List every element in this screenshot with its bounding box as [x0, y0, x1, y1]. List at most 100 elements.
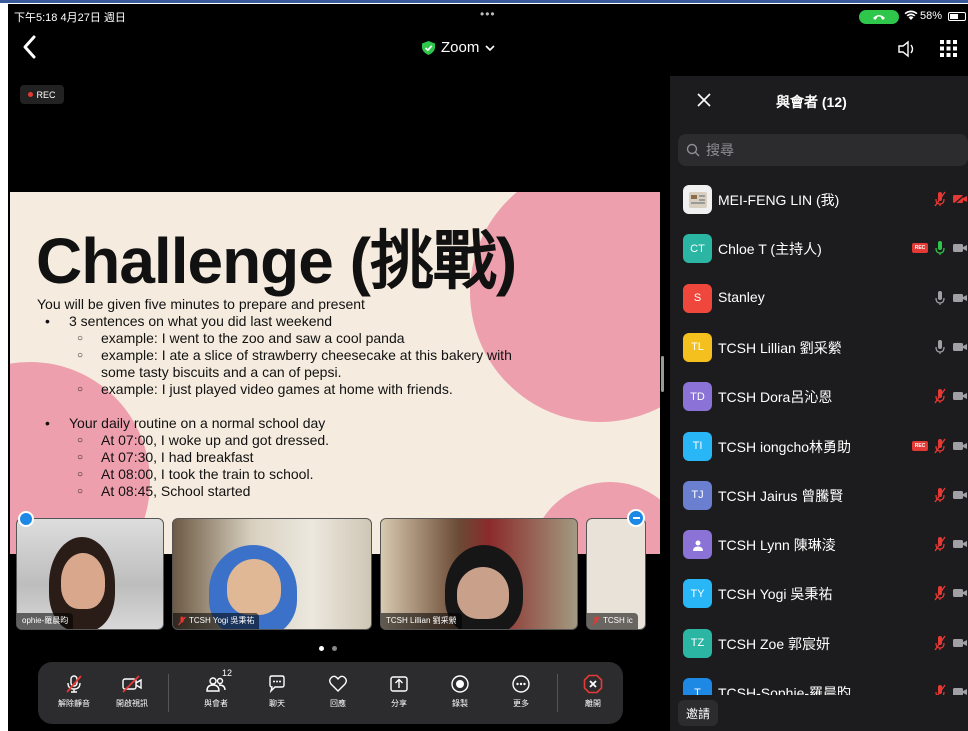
leave-button[interactable]: 離開: [565, 674, 621, 709]
participant-row[interactable]: TZ TCSH Zoe 郭宸妍: [670, 619, 968, 668]
close-icon[interactable]: [696, 92, 712, 108]
participant-avatar: T: [683, 678, 712, 695]
invite-button[interactable]: 邀請: [678, 700, 718, 726]
video-icon: [953, 490, 967, 499]
participant-status-icons: [934, 684, 968, 695]
participant-status-icons: [934, 388, 968, 404]
participant-row[interactable]: CT Chloe T (主持人) REC: [670, 224, 968, 273]
participant-avatar: TY: [683, 579, 712, 609]
chat-label: 聊天: [269, 699, 285, 708]
record-label: 錄製: [452, 699, 468, 708]
video-tile-name: TCSH Lillian 劉采縈: [386, 616, 457, 625]
video-off-icon: [122, 675, 142, 693]
more-label: 更多: [513, 699, 529, 708]
video-tile-name: TCSH Yogi 吳秉祐: [189, 616, 255, 625]
participant-row[interactable]: S Stanley: [670, 274, 968, 323]
participant-avatar: TL: [683, 332, 712, 362]
participant-row[interactable]: TI TCSH iongcho林勇助 REC: [670, 422, 968, 471]
share-screen-indicator-icon[interactable]: [18, 511, 34, 527]
leave-label: 離開: [585, 699, 601, 708]
reactions-button[interactable]: 回應: [310, 674, 366, 709]
participant-name: TCSH Jairus 曾騰賢: [718, 487, 844, 504]
status-time: 下午5:18 4月27日 週日: [14, 12, 126, 24]
shared-slide: Challenge (挑戰) You will be given five mi…: [10, 192, 660, 554]
participant-row[interactable]: TCSH Lynn 陳琳淩: [670, 520, 968, 569]
video-icon: [953, 244, 967, 253]
participant-name: MEI-FENG LIN (我): [718, 192, 840, 208]
participants-button[interactable]: 12 與會者: [188, 668, 244, 709]
more-button[interactable]: 更多: [493, 674, 549, 709]
video-tile[interactable]: ophie-羅晨昀: [16, 518, 164, 630]
battery-percent: 58%: [920, 10, 943, 22]
more-icon: [512, 675, 530, 693]
video-icon: [953, 589, 967, 598]
participant-name: Chloe T (主持人): [718, 241, 822, 258]
leave-icon: [583, 674, 603, 694]
participant-row[interactable]: T TCSH-Sophie-羅晨昀: [670, 668, 968, 695]
battery-icon: [948, 12, 966, 21]
video-tile-label: ophie-羅晨昀: [17, 613, 74, 629]
participant-status-icons: [934, 487, 968, 503]
meeting-toolbar: 解除靜音 開啟視訊 12 與會者 聊天 回應 分享 錄製 更多 離開: [38, 662, 623, 724]
participant-name: Stanley: [718, 288, 765, 305]
video-icon: [953, 342, 967, 351]
page-indicator[interactable]: [319, 646, 337, 651]
participant-status-icons: [934, 191, 968, 207]
unmute-button[interactable]: 解除靜音: [46, 674, 102, 709]
participant-name: TCSH Lynn 陳琳淩: [718, 537, 836, 554]
participant-status-icons: [934, 339, 968, 355]
speaker-icon[interactable]: [897, 40, 917, 58]
mic-muted-icon: [935, 684, 946, 695]
heart-icon: [329, 675, 347, 692]
call-indicator[interactable]: [859, 10, 899, 24]
slide-subbullet: example: I just played video games at ho…: [37, 381, 637, 398]
chat-button[interactable]: 聊天: [249, 674, 305, 709]
page-dot[interactable]: [332, 646, 337, 651]
participant-row[interactable]: MEI-FENG LIN (我): [670, 175, 968, 224]
participant-face: [227, 559, 281, 615]
video-off-icon: [952, 192, 968, 206]
participant-row[interactable]: TL TCSH Lillian 劉采縈: [670, 323, 968, 372]
participant-status-icons: [934, 536, 968, 552]
recording-label: REC: [36, 89, 56, 100]
video-tile-label: TCSH Yogi 吳秉祐: [173, 613, 260, 629]
share-button[interactable]: 分享: [371, 674, 427, 709]
gallery-grid-icon[interactable]: [940, 40, 957, 57]
slide-subbullet: example: I went to the zoo and saw a coo…: [37, 330, 637, 347]
participant-search-field[interactable]: 搜尋: [678, 134, 968, 166]
participants-label: 與會者: [204, 699, 228, 708]
share-label: 分享: [391, 699, 407, 708]
participants-panel-title: 與會者 (12): [776, 94, 847, 110]
page-dot-active[interactable]: [319, 646, 324, 651]
participants-panel-footer: 邀請: [670, 697, 968, 731]
participant-avatar: [683, 185, 712, 214]
participant-status-icons: REC: [912, 240, 968, 256]
participant-search-placeholder: 搜尋: [706, 142, 734, 158]
minimize-thumbnails-button[interactable]: [627, 509, 645, 527]
video-icon: [953, 441, 967, 450]
recording-chip-icon: REC: [912, 243, 928, 254]
participant-row[interactable]: TD TCSH Dora呂沁恩: [670, 372, 968, 421]
slide-subbullet-continued: some tasty biscuits and a can of pepsi.: [101, 364, 342, 380]
multitask-dots[interactable]: •••: [480, 7, 496, 21]
panel-resize-handle[interactable]: [661, 356, 664, 392]
participant-row[interactable]: TJ TCSH Jairus 曾騰賢: [670, 471, 968, 520]
start-video-label: 開啟視訊: [116, 699, 148, 708]
participant-status-icons: [934, 290, 968, 306]
participant-status-icons: [934, 585, 968, 601]
participant-row[interactable]: TY TCSH Yogi 吳秉祐: [670, 569, 968, 618]
record-button[interactable]: 錄製: [432, 674, 488, 709]
video-tile[interactable]: TCSH ic: [586, 518, 646, 630]
start-video-button[interactable]: 開啟視訊: [104, 674, 160, 709]
video-tile-label: TCSH ic: [587, 613, 638, 629]
mic-muted-icon: [66, 675, 82, 693]
video-tile[interactable]: TCSH Lillian 劉采縈: [380, 518, 578, 630]
meeting-header: Zoom: [8, 26, 968, 76]
video-tile[interactable]: TCSH Yogi 吳秉祐: [172, 518, 372, 630]
back-button[interactable]: [20, 34, 46, 64]
participants-count-badge: 12: [222, 668, 233, 678]
slide-subbullet: At 07:00, I woke up and got dressed.: [37, 432, 637, 449]
meeting-title-button[interactable]: Zoom: [422, 39, 495, 56]
video-icon: [953, 392, 967, 401]
participant-face: [61, 553, 105, 609]
